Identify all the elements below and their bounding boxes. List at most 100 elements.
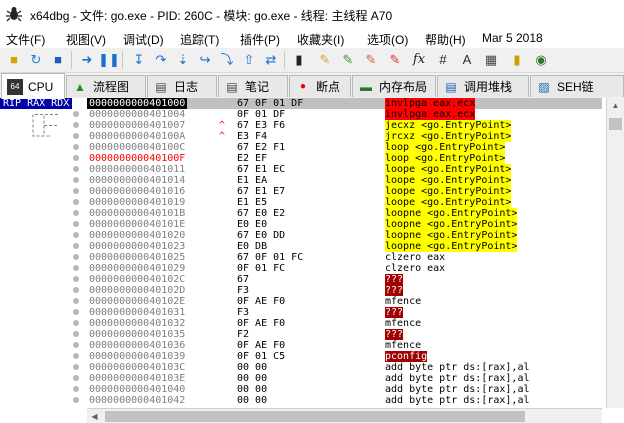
disasm-row[interactable]: 0000000000401039 0F 01 C5 pconfig — [87, 351, 602, 362]
stop-icon[interactable]: ■ — [49, 51, 67, 69]
open-icon[interactable]: ■ — [5, 51, 23, 69]
step-into-icon[interactable]: ↧ — [130, 51, 148, 69]
tab-notes[interactable]: ▤ 笔记 — [218, 75, 288, 97]
scroll-left-icon[interactable]: ◀ — [87, 409, 102, 423]
breakpoint-toggle[interactable] — [73, 210, 79, 216]
patch-icon[interactable]: ✎ — [316, 51, 334, 69]
breakpoint-toggle[interactable] — [73, 386, 79, 392]
disasm-row[interactable]: 0000000000401007 ^ 67 E3 F6 jecxz <go.Entry… — [87, 120, 602, 131]
breakpoint-toggle[interactable] — [73, 221, 79, 227]
disasm-row[interactable]: 0000000000401016 67 E1 E7 loope <go.EntryP… — [87, 186, 602, 197]
breakpoint-toggle[interactable] — [73, 397, 79, 403]
breakpoint-toggle[interactable] — [73, 320, 79, 326]
disasm-row[interactable]: 0000000000401000 67 0F 01 DF invlpga eax,e… — [87, 98, 602, 109]
chip-icon[interactable]: ▦ — [482, 51, 500, 69]
breakpoint-toggle[interactable] — [73, 243, 79, 249]
disasm-row[interactable]: 000000000040101E E0 E0 loopne <go.EntryPoi… — [87, 219, 602, 230]
vertical-scrollbar[interactable]: ▲ — [606, 98, 624, 408]
disasm-row[interactable]: 0000000000401032 0F AE F0 mfence — [87, 318, 602, 329]
menu-favourites[interactable]: 收藏夹(I) — [297, 31, 344, 48]
functions-icon[interactable]: fx — [410, 51, 428, 69]
menu-trace[interactable]: 追踪(T) — [180, 31, 219, 48]
tab-call-stack[interactable]: ▤ 调用堆栈 — [437, 75, 529, 97]
breakpoint-toggle[interactable] — [73, 144, 79, 150]
breakpoint-toggle[interactable] — [73, 188, 79, 194]
breakpoint-toggle[interactable] — [73, 166, 79, 172]
disassembly-grid[interactable]: 0000000000401000 67 0F 01 DF invlpga eax,e… — [87, 98, 602, 408]
tab-graph[interactable]: ▲ 流程图 — [66, 75, 146, 97]
breakpoint-toggle[interactable] — [73, 331, 79, 337]
horizontal-scrollbar[interactable]: ◀ — [87, 408, 602, 423]
scroll-thumb[interactable] — [609, 118, 622, 130]
disasm-row[interactable]: 000000000040102C 67??? — [87, 274, 602, 285]
trace-over-icon[interactable]: ↪ — [196, 51, 214, 69]
breakpoint-toggle[interactable] — [73, 122, 79, 128]
tab-memory-map[interactable]: ▬ 内存布局 — [352, 75, 436, 97]
execute-till-return-icon[interactable]: ⇧ — [240, 51, 258, 69]
tab-seh-chain[interactable]: ▨ SEH链 — [530, 75, 624, 97]
disasm-row[interactable]: 0000000000401014 E1 EA loope <go.EntryPoin… — [87, 175, 602, 186]
restart-icon[interactable]: ↻ — [27, 51, 45, 69]
breakpoint-toggle[interactable] — [73, 155, 79, 161]
scroll-up-icon[interactable]: ▲ — [607, 98, 624, 114]
menu-options[interactable]: 选项(O) — [367, 31, 408, 48]
disasm-row[interactable]: 000000000040103C 00 00 add byte ptr ds:[ra… — [87, 362, 602, 373]
disasm-row[interactable]: 000000000040101B 67 E0 E2 loopne <go.Entry… — [87, 208, 602, 219]
disasm-row[interactable]: 0000000000401023 E0 DB loopne <go.EntryPoi… — [87, 241, 602, 252]
breakpoint-toggle[interactable] — [73, 364, 79, 370]
breakpoint-toggle[interactable] — [73, 265, 79, 271]
animate-icon[interactable]: ⇄ — [262, 51, 280, 69]
hash-icon[interactable]: # — [434, 51, 452, 69]
run-icon[interactable]: ➜ — [78, 51, 96, 69]
menu-file[interactable]: 文件(F) — [6, 31, 45, 48]
breakpoint-toggle[interactable] — [73, 254, 79, 260]
calculator-icon[interactable]: ▮ — [508, 51, 526, 69]
breakpoint-toggle[interactable] — [73, 177, 79, 183]
bookmarks-icon[interactable]: ✎ — [386, 51, 404, 69]
breakpoint-toggle[interactable] — [73, 375, 79, 381]
disasm-row[interactable]: 0000000000401031 F3??? — [87, 307, 602, 318]
disasm-row[interactable]: 000000000040102D F3??? — [87, 285, 602, 296]
comments-icon[interactable]: ✎ — [339, 51, 357, 69]
breakpoint-toggle[interactable] — [73, 309, 79, 315]
breakpoint-toggle[interactable] — [73, 133, 79, 139]
tab-log[interactable]: ▤ 日志 — [147, 75, 217, 97]
disasm-row[interactable]: 0000000000401004 0F 01 DF invlpga eax,ecx — [87, 109, 602, 120]
globe-icon[interactable]: ◉ — [532, 51, 550, 69]
disasm-row[interactable]: 0000000000401025 67 0F 01 FC clzero eax — [87, 252, 602, 263]
breakpoint-toggle[interactable] — [73, 298, 79, 304]
pause-icon[interactable]: ❚❚ — [98, 51, 120, 69]
disasm-row[interactable]: 0000000000401029 0F 01 FC clzero eax — [87, 263, 602, 274]
disasm-row[interactable]: 0000000000401042 00 00 add byte ptr ds:[ra… — [87, 395, 602, 406]
menu-plugins[interactable]: 插件(P) — [240, 31, 280, 48]
disasm-row[interactable]: 0000000000401011 67 E1 EC loope <go.EntryP… — [87, 164, 602, 175]
breakpoint-toggle[interactable] — [73, 199, 79, 205]
disasm-row[interactable]: 000000000040102E 0F AE F0 mfence — [87, 296, 602, 307]
scroll-thumb-horizontal[interactable] — [105, 411, 525, 422]
disasm-row[interactable]: 000000000040100C 67 E2 F1 loop <go.EntryPo… — [87, 142, 602, 153]
breakpoint-toggle[interactable] — [73, 276, 79, 282]
disasm-row[interactable]: 0000000000401020 67 E0 DD loopne <go.Entry… — [87, 230, 602, 241]
menu-help[interactable]: 帮助(H) — [425, 31, 466, 48]
run-to-user-code-icon[interactable]: ⤵ — [218, 51, 236, 69]
breakpoint-toggle[interactable] — [73, 111, 79, 117]
breakpoint-toggle[interactable] — [73, 342, 79, 348]
tab-cpu[interactable]: 64 CPU — [1, 73, 65, 99]
font-icon[interactable]: A — [458, 51, 476, 69]
breakpoint-toggle[interactable] — [73, 287, 79, 293]
breakpoint-toggle[interactable] — [73, 232, 79, 238]
step-over-icon[interactable]: ↷ — [152, 51, 170, 69]
disasm-row[interactable]: 0000000000401036 0F AE F0 mfence — [87, 340, 602, 351]
menu-debug[interactable]: 调试(D) — [123, 31, 164, 48]
disasm-row[interactable]: 000000000040103E 00 00 add byte ptr ds:[ra… — [87, 373, 602, 384]
trace-into-icon[interactable]: ⇣ — [174, 51, 192, 69]
disasm-row[interactable]: 0000000000401040 00 00 add byte ptr ds:[ra… — [87, 384, 602, 395]
scylla-icon[interactable]: ▮ — [290, 51, 308, 69]
disasm-row[interactable]: 000000000040100A ^ E3 F4 jrcxz <go.EntryPoi… — [87, 131, 602, 142]
labels-icon[interactable]: ✎ — [362, 51, 380, 69]
disasm-row[interactable]: 0000000000401035 F2??? — [87, 329, 602, 340]
menu-view[interactable]: 视图(V) — [66, 31, 106, 48]
tab-breakpoints[interactable]: ● 断点 — [289, 75, 351, 97]
disasm-row[interactable]: 000000000040100F E2 EF loop <go.EntryPoint… — [87, 153, 602, 164]
breakpoint-toggle[interactable] — [73, 353, 79, 359]
